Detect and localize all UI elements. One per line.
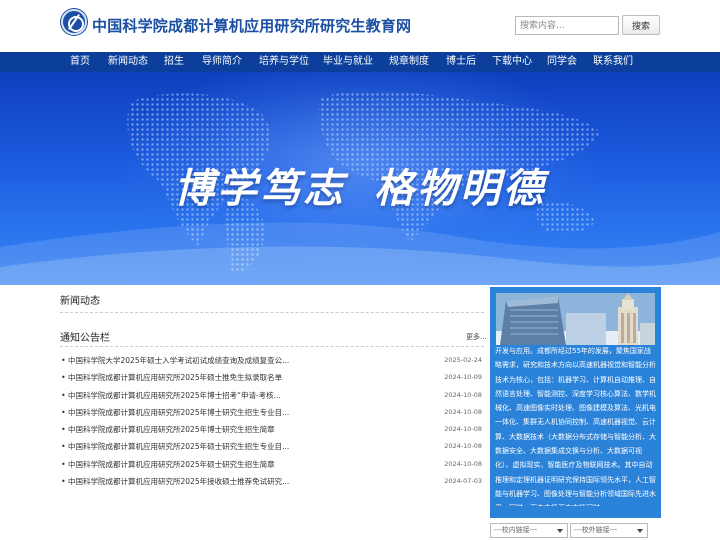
divider — [60, 346, 484, 347]
intro-text: 开发与应用。成都所经过55年的发展，聚焦国家战略需求，研究和技术方向以高速机器视… — [495, 347, 656, 506]
notice-list: • 中国科学院大学2025年硕士入学考试初试成绩查询及成绩复查公... 2025-0… — [60, 352, 484, 490]
bullet-icon: • — [61, 477, 66, 487]
notice-title[interactable]: 中国科学院成都计算机应用研究所2025年硕士推免生拟录取名单 — [68, 369, 282, 386]
notice-date: 2024-10-08 — [444, 442, 482, 451]
chevron-down-icon — [557, 529, 563, 533]
slogan-part1: 博学笃志 — [174, 165, 346, 212]
notice-item[interactable]: • 中国科学院成都计算机应用研究所2025年硕士研究生招生专业目... 2024-1… — [60, 438, 484, 455]
notice-title[interactable]: 中国科学院成都计算机应用研究所2025年博士招考“申请-考核... — [68, 387, 281, 404]
notice-date: 2024-10-08 — [444, 407, 482, 416]
notice-item[interactable]: • 中国科学院成都计算机应用研究所2025年接收硕士推荐免试研究... 2024-0… — [60, 473, 484, 490]
search-input[interactable] — [515, 16, 619, 35]
banner-slogan: 博学笃志 格物明德 — [0, 156, 720, 214]
site-title[interactable]: 中国科学院成都计算机应用研究所研究生教育网 — [92, 15, 411, 36]
news-heading[interactable]: 新闻动态 — [60, 292, 100, 307]
nav-item[interactable]: 招生 — [164, 52, 184, 72]
notice-date: 2024-10-08 — [444, 390, 482, 399]
nav-item[interactable]: 首页 — [70, 52, 90, 72]
divider — [60, 312, 484, 313]
hero-banner: 博学笃志 格物明德 — [0, 72, 720, 285]
bullet-icon: • — [61, 373, 66, 383]
notice-item[interactable]: • 中国科学院成都计算机应用研究所2025年硕士推免生拟录取名单 2024-10-0… — [60, 369, 484, 386]
notice-date: 2025-02-24 — [444, 356, 482, 364]
site-header: 中国科学院成都计算机应用研究所研究生教育网 搜索 — [0, 0, 720, 52]
intro-panel: 开发与应用。成都所经过55年的发展，聚焦国家战略需求，研究和技术方向以高速机器视… — [490, 287, 661, 518]
bullet-icon: • — [61, 390, 66, 400]
notice-item[interactable]: • 中国科学院成都计算机应用研究所2025年硕士研究生招生简章 2024-10-08 — [60, 456, 484, 473]
notice-title[interactable]: 中国科学院大学2025年硕士入学考试初试成绩查询及成绩复查公... — [68, 352, 289, 369]
nav-item[interactable]: 新闻动态 — [108, 52, 148, 72]
bullet-icon: • — [61, 356, 66, 365]
nav-item[interactable]: 下载中心 — [492, 52, 532, 72]
campus-links-select[interactable]: ---校内链接--- — [490, 523, 568, 538]
bullet-icon: • — [61, 442, 66, 452]
bullet-icon: • — [61, 459, 66, 469]
external-links-select[interactable]: ---校外链接--- — [570, 523, 648, 538]
notice-title[interactable]: 中国科学院成都计算机应用研究所2025年硕士研究生招生简章 — [68, 456, 275, 473]
bullet-icon: • — [61, 407, 66, 417]
nav-item[interactable]: 联系我们 — [593, 52, 633, 72]
notice-title[interactable]: 中国科学院成都计算机应用研究所2025年接收硕士推荐免试研究... — [68, 473, 289, 490]
nav-item[interactable]: 博士后 — [446, 52, 476, 72]
search-button[interactable]: 搜索 — [622, 15, 660, 35]
building-photo — [496, 293, 655, 345]
chevron-down-icon — [637, 529, 643, 533]
notice-item[interactable]: • 中国科学院成都计算机应用研究所2025年博士研究生招生简章 2024-10-08 — [60, 421, 484, 438]
notice-date: 2024-10-08 — [444, 459, 482, 468]
notice-heading: 通知公告栏 — [60, 333, 110, 344]
slogan-part2: 格物明德 — [374, 165, 546, 212]
notice-item[interactable]: • 中国科学院成都计算机应用研究所2025年博士研究生招生专业目... 2024-1… — [60, 404, 484, 421]
notice-title[interactable]: 中国科学院成都计算机应用研究所2025年博士研究生招生专业目... — [68, 404, 289, 421]
notice-item[interactable]: • 中国科学院成都计算机应用研究所2025年博士招考“申请-考核... 2024-1… — [60, 387, 484, 404]
notice-title[interactable]: 中国科学院成都计算机应用研究所2025年博士研究生招生简章 — [68, 421, 275, 438]
nav-item[interactable]: 毕业与就业 — [323, 52, 373, 72]
nav-item[interactable]: 培养与学位 — [259, 52, 309, 72]
notice-title[interactable]: 中国科学院成都计算机应用研究所2025年硕士研究生招生专业目... — [68, 438, 289, 455]
nav-item[interactable]: 规章制度 — [389, 52, 429, 72]
notice-item[interactable]: • 中国科学院大学2025年硕士入学考试初试成绩查询及成绩复查公... 2025-0… — [60, 352, 484, 369]
more-link[interactable]: 更多... — [466, 332, 487, 342]
notice-date: 2024-10-09 — [444, 373, 482, 382]
nav-item[interactable]: 同学会 — [547, 52, 577, 72]
cas-logo-icon[interactable] — [61, 9, 87, 35]
bullet-icon: • — [61, 425, 66, 435]
nav-item[interactable]: 导师简介 — [202, 52, 242, 72]
notice-date: 2024-07-03 — [444, 477, 482, 486]
notice-date: 2024-10-08 — [444, 425, 482, 434]
main-nav: 首页 新闻动态 招生 导师简介 培养与学位 毕业与就业 规章制度 博士后 下载中心 同学会 联系我们 — [0, 52, 720, 72]
